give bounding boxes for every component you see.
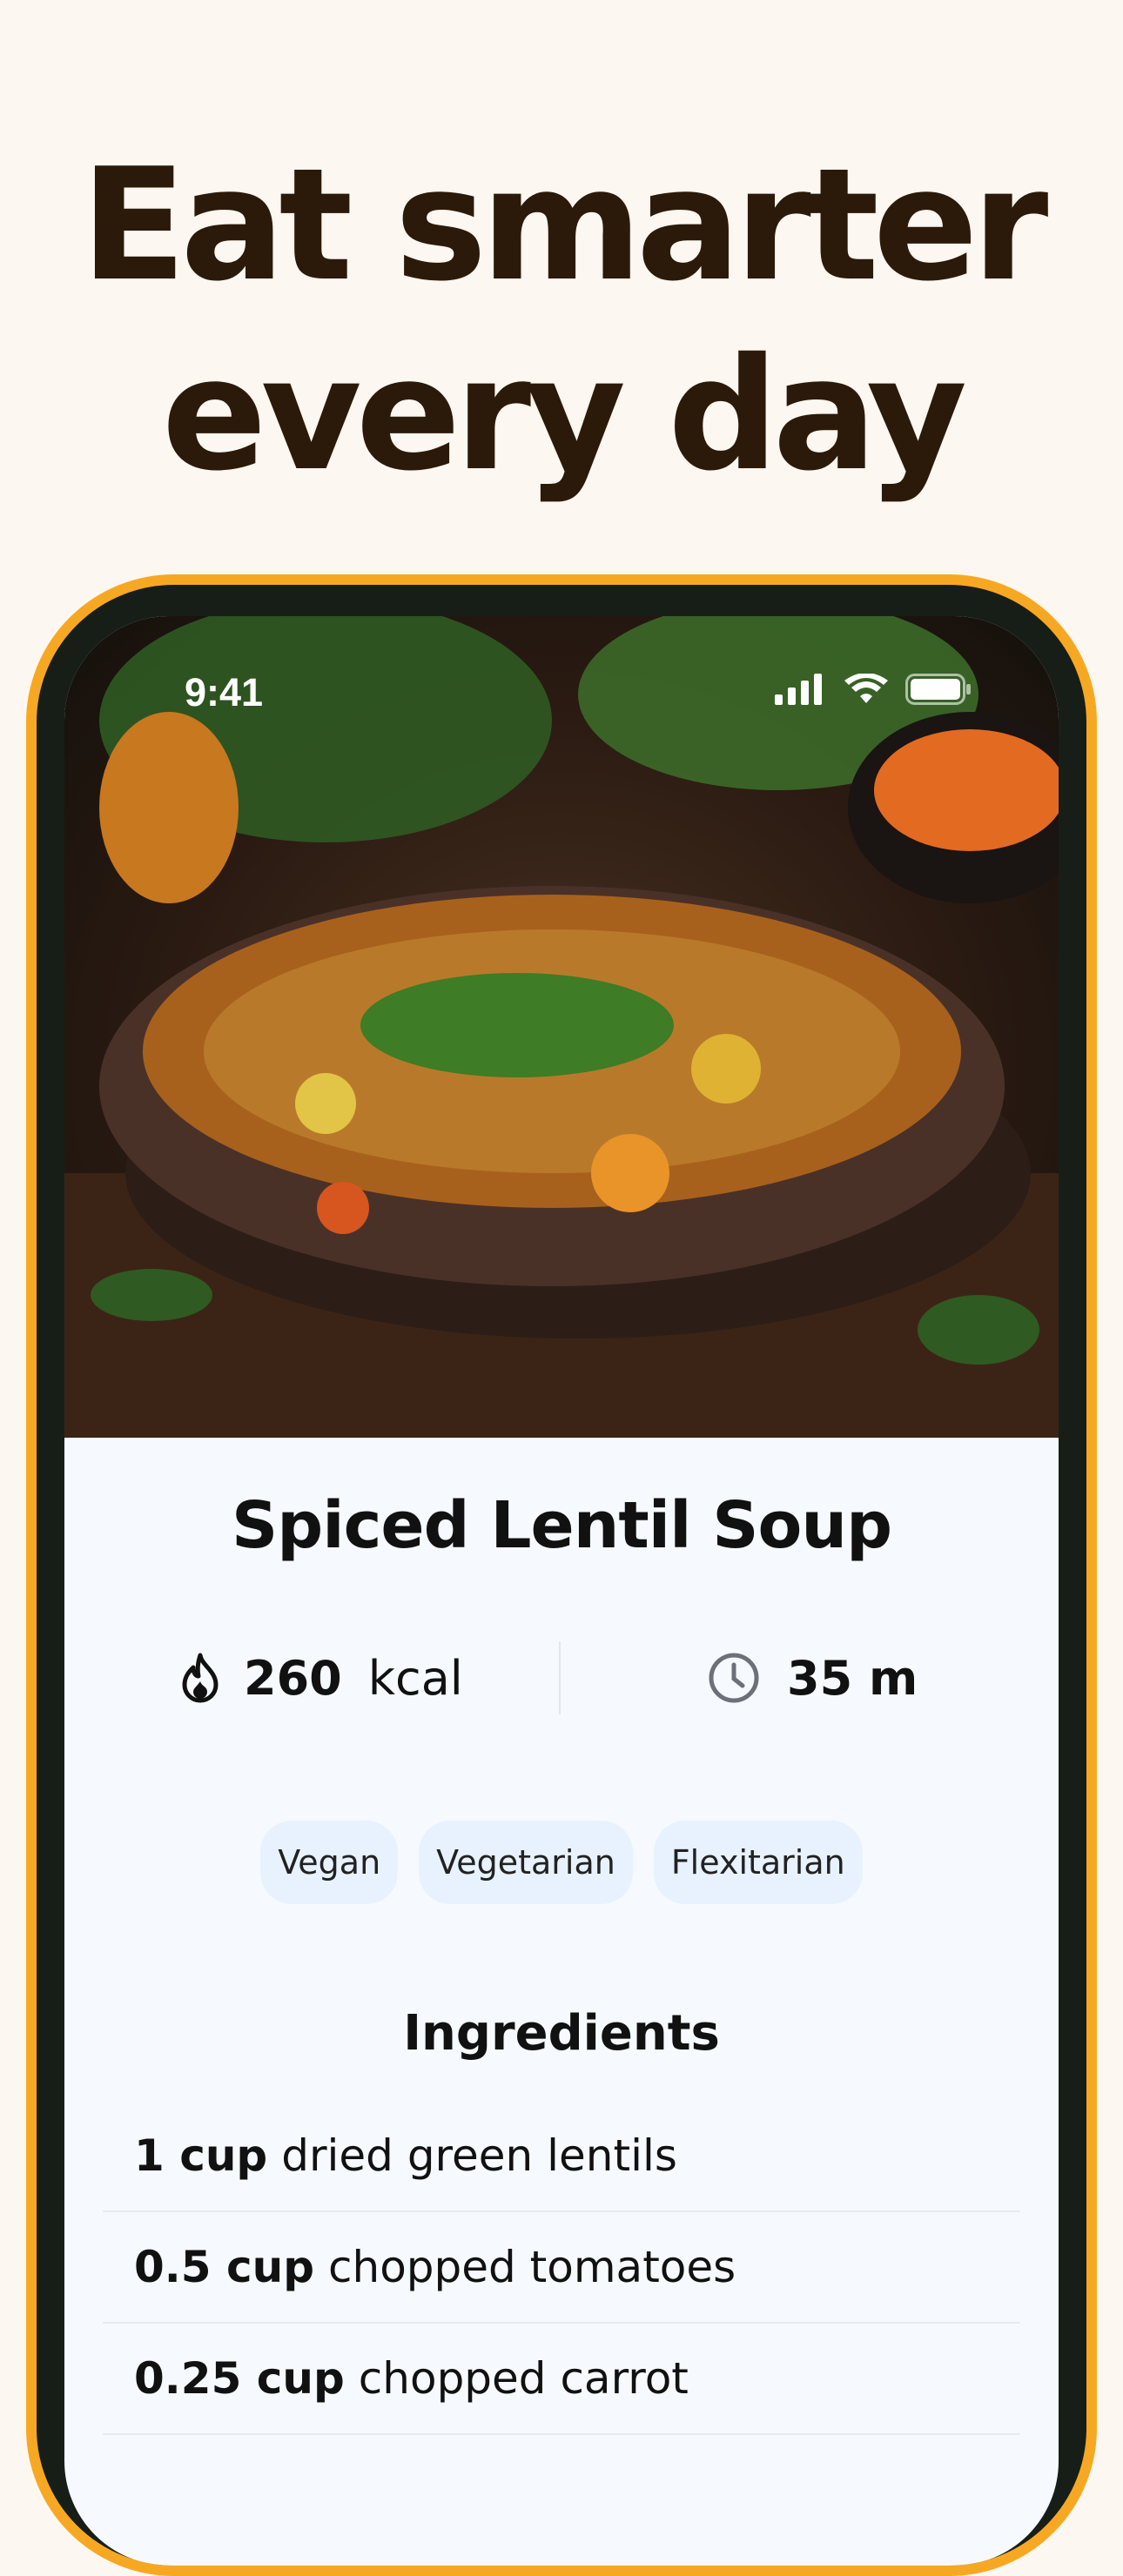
duration-value: 35 m: [787, 1650, 918, 1706]
calories-value: 260: [244, 1650, 342, 1706]
ingredient-qty: 1 cup: [134, 2130, 268, 2181]
ingredient-row: 0.25 cup chopped carrot: [103, 2324, 1020, 2435]
ingredient-name: chopped tomatoes: [328, 2242, 736, 2292]
ingredients-list: 1 cup dried green lentils 0.5 cup choppe…: [103, 2101, 1020, 2435]
tag-vegan[interactable]: Vegan: [260, 1821, 399, 1904]
flame-icon: [182, 1653, 219, 1703]
status-time: 9:41: [185, 670, 264, 714]
headline-line-1: Eat smarter: [80, 135, 1049, 315]
headline: Eat smarter every day: [0, 131, 1123, 510]
recipe-photo: 9:41: [64, 616, 1059, 1438]
ingredient-name: dried green lentils: [281, 2130, 677, 2181]
calories-unit: kcal: [367, 1650, 463, 1706]
tag-vegetarian[interactable]: Vegetarian: [419, 1821, 633, 1904]
stats-divider: [559, 1641, 561, 1714]
ingredient-row: 1 cup dried green lentils: [103, 2101, 1020, 2212]
status-bar: 9:41: [64, 616, 1059, 747]
recipe-stats: 260 kcal 35 m: [64, 1634, 1059, 1721]
ingredient-qty: 0.25 cup: [134, 2353, 345, 2404]
diet-tags: Vegan Vegetarian Flexitarian: [64, 1821, 1059, 1904]
status-icons: [775, 674, 972, 705]
ingredients-heading: Ingredients: [403, 2005, 720, 2062]
calories-stat: 260 kcal: [176, 1634, 463, 1721]
headline-line-2: every day: [161, 325, 967, 505]
duration-stat: 35 m: [707, 1634, 918, 1721]
recipe-title: Spiced Lentil Soup: [231, 1488, 892, 1563]
tag-flexitarian[interactable]: Flexitarian: [653, 1821, 863, 1904]
phone-screen: 9:41 Spiced Lentil Soup 260 kcal 35 m Ve…: [64, 616, 1059, 2566]
cellular-signal-icon: [775, 674, 822, 705]
phone-frame: 9:41 Spiced Lentil Soup 260 kcal 35 m Ve…: [26, 574, 1097, 2576]
ingredient-row: 0.5 cup chopped tomatoes: [103, 2212, 1020, 2324]
ingredient-name: chopped carrot: [358, 2353, 689, 2404]
ingredient-qty: 0.5 cup: [134, 2242, 315, 2292]
clock-icon: [709, 1653, 759, 1703]
wifi-icon: [844, 674, 888, 703]
battery-icon: [905, 674, 971, 705]
